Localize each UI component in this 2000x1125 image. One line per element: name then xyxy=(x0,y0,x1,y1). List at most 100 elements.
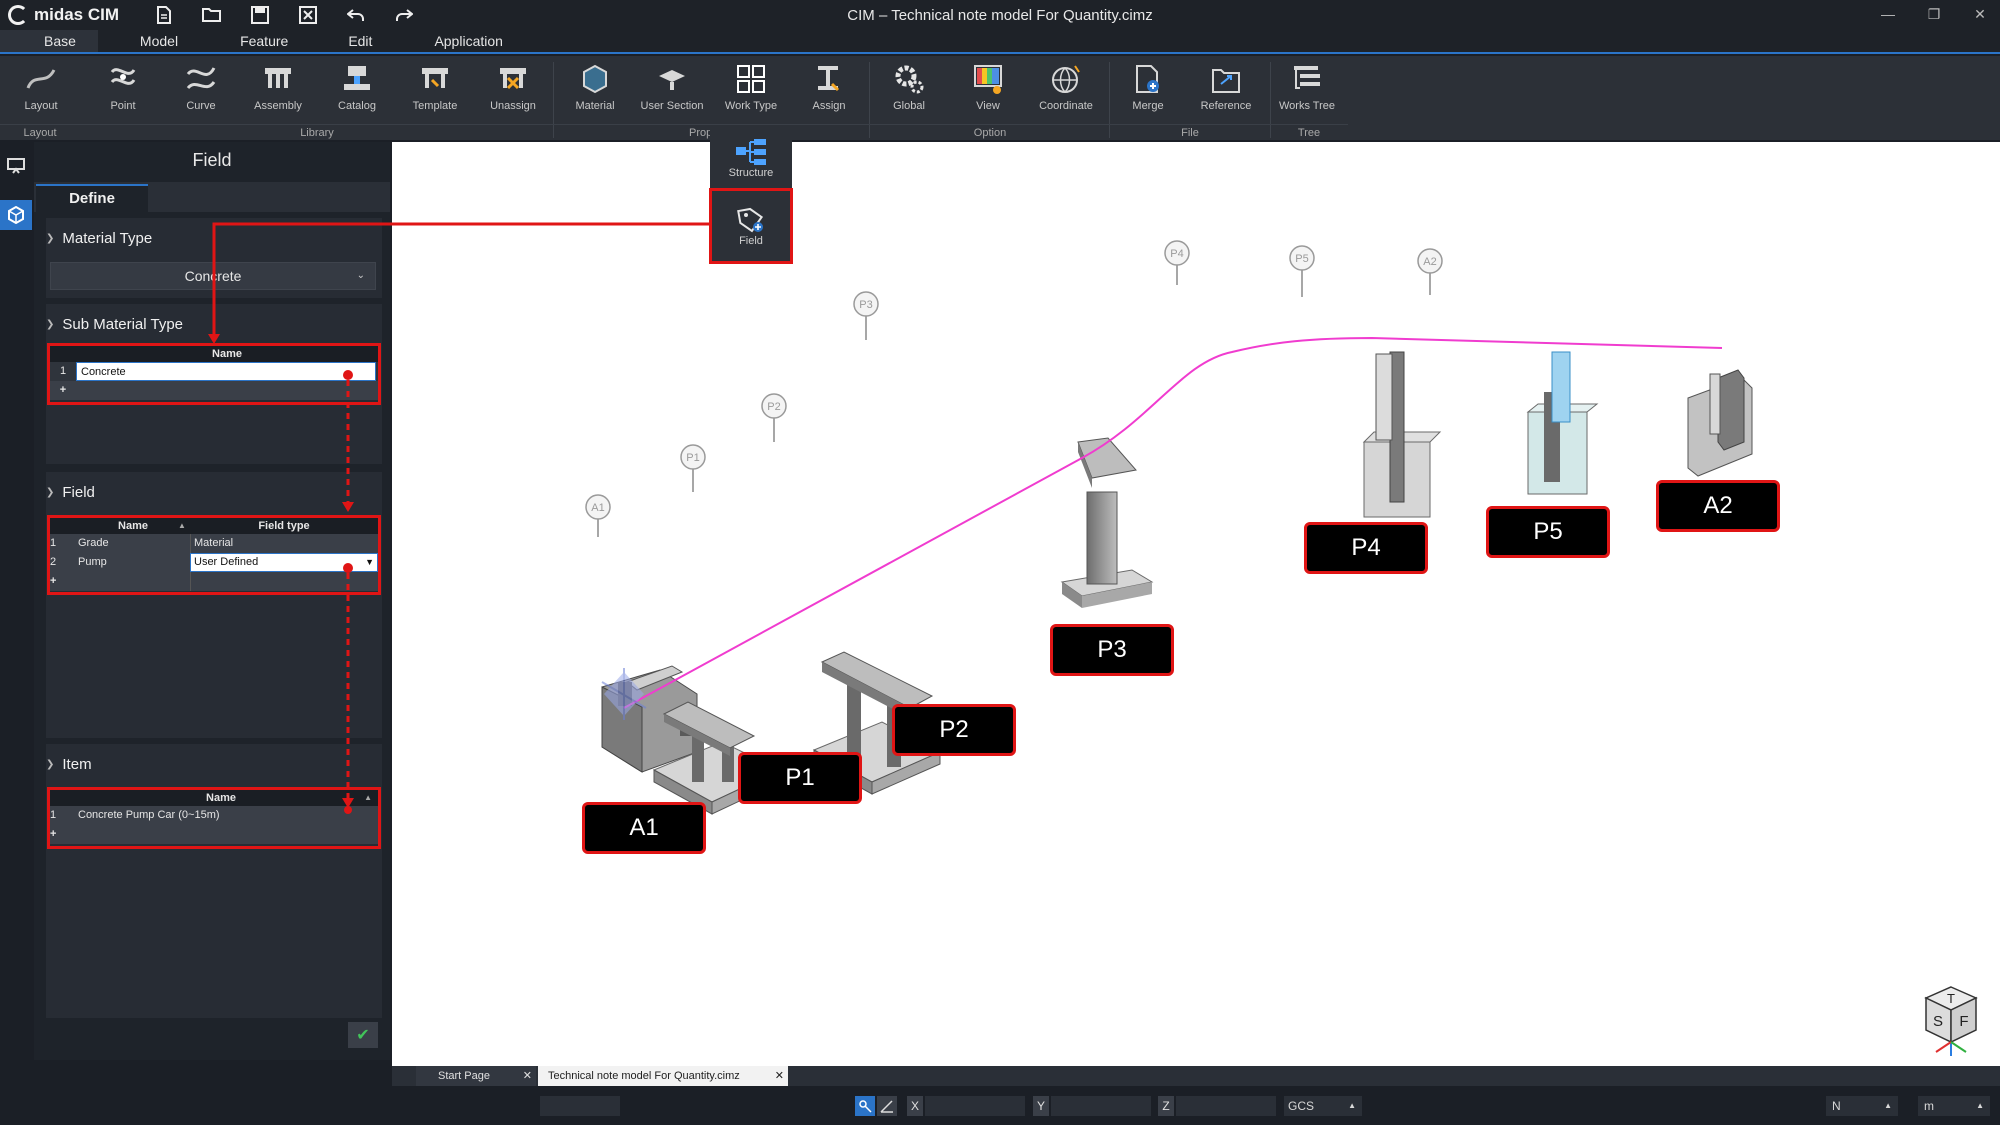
curve-button[interactable]: Curve xyxy=(166,60,236,124)
force-unit-value: N xyxy=(1832,1099,1841,1113)
close-file-icon[interactable] xyxy=(297,4,319,26)
force-unit-select[interactable]: N ▲ xyxy=(1826,1096,1898,1116)
tab-base[interactable]: Base xyxy=(0,30,98,52)
group-option: Option xyxy=(870,124,1110,140)
dropdown-item-field[interactable]: Field xyxy=(709,188,793,264)
x-coordinate-input[interactable] xyxy=(925,1096,1025,1116)
pier-p5[interactable] xyxy=(1526,351,1599,495)
global-label: Global xyxy=(893,100,925,112)
assign-button[interactable]: Assign xyxy=(794,60,864,124)
length-unit-value: m xyxy=(1924,1099,1934,1113)
cube-icon[interactable] xyxy=(0,200,32,230)
works-tree-label: Works Tree xyxy=(1278,100,1336,112)
coordinate-label: Coordinate xyxy=(1039,100,1093,112)
length-unit-select[interactable]: m ▲ xyxy=(1918,1096,1990,1116)
unassign-button[interactable]: Unassign xyxy=(478,60,548,124)
tab-define[interactable]: Define xyxy=(36,184,148,212)
open-folder-icon[interactable] xyxy=(201,4,223,26)
work-type-button[interactable]: Work Type xyxy=(716,60,786,124)
gear-icon xyxy=(895,65,924,94)
tab-edit[interactable]: Edit xyxy=(310,30,394,52)
marker-a1: A1 xyxy=(591,502,604,514)
layout-label: Layout xyxy=(24,100,58,112)
snap-icon[interactable] xyxy=(855,1096,875,1116)
abutment-a2[interactable] xyxy=(1687,369,1753,477)
material-type-select[interactable]: Concrete ⌄ xyxy=(50,262,376,290)
apply-button[interactable]: ✔ xyxy=(348,1022,378,1048)
minimize-icon[interactable]: — xyxy=(1878,4,1898,24)
viewcube-top[interactable]: T xyxy=(1947,991,1955,1006)
marker-p4: P4 xyxy=(1170,248,1183,260)
restore-icon[interactable]: ❐ xyxy=(1924,4,1944,24)
reference-button[interactable]: Reference xyxy=(1191,60,1261,124)
sub-material-type-header[interactable]: ❯ Sub Material Type xyxy=(46,316,183,333)
document-tabs: Start Page ✕ Technical note model For Qu… xyxy=(392,1066,2000,1086)
curve-icon xyxy=(186,67,216,90)
highlight-box xyxy=(47,515,381,595)
app-window: midas CIM CIM – Technical note model For… xyxy=(0,0,2000,1125)
view-cube[interactable]: T S F xyxy=(1916,982,1986,1062)
callout-a1: A1 xyxy=(582,802,706,854)
tab-feature[interactable]: Feature xyxy=(200,30,310,52)
presentation-icon[interactable] xyxy=(4,154,28,178)
assembly-button[interactable]: Assembly xyxy=(243,60,313,124)
sub-material-type-heading: Sub Material Type xyxy=(62,316,184,333)
highlight-box xyxy=(47,343,381,405)
new-file-icon[interactable] xyxy=(153,4,175,26)
callout-p2: P2 xyxy=(892,704,1016,756)
dropdown-item-structure[interactable]: Structure xyxy=(710,126,792,190)
save-icon[interactable] xyxy=(249,4,271,26)
group-tree: Tree xyxy=(1270,124,1348,140)
undo-icon[interactable] xyxy=(345,4,367,26)
callout-p4: P4 xyxy=(1304,522,1428,574)
works-tree-button[interactable]: Works Tree xyxy=(1272,60,1342,124)
material-type-header[interactable]: ❯ Material Type xyxy=(46,230,152,247)
point-button[interactable]: Point xyxy=(88,60,158,124)
catalog-button[interactable]: Catalog xyxy=(322,60,392,124)
marker-p5: P5 xyxy=(1295,253,1308,265)
viewcube-right[interactable]: F xyxy=(1959,1013,1968,1030)
side-icon-strip xyxy=(0,142,32,1090)
angle-icon[interactable] xyxy=(877,1096,897,1116)
tab-model[interactable]: Model xyxy=(98,30,200,52)
chevron-down-icon: ❯ xyxy=(46,319,55,330)
point-label: Point xyxy=(110,100,136,112)
pier-p3[interactable] xyxy=(1060,437,1154,608)
status-scroll[interactable] xyxy=(540,1096,620,1116)
viewcube-left[interactable]: S xyxy=(1933,1013,1943,1030)
group-layout: Layout xyxy=(0,124,80,140)
pier-p4[interactable] xyxy=(1362,351,1442,518)
field-label: Field xyxy=(739,235,763,247)
marker-a2: A2 xyxy=(1423,256,1436,268)
tree-icon xyxy=(1294,66,1320,89)
view-icon xyxy=(974,65,1002,94)
close-tab-icon[interactable]: ✕ xyxy=(523,1066,532,1086)
reference-icon xyxy=(1212,69,1240,93)
assign-label: Assign xyxy=(812,100,846,112)
model-scene: A1 P1 P2 P3 P4 P5 A2 xyxy=(585,240,1753,815)
user-section-label: User Section xyxy=(640,100,704,112)
global-button[interactable]: Global xyxy=(874,60,944,124)
tab-start-page[interactable]: Start Page ✕ xyxy=(416,1066,536,1086)
template-button[interactable]: Template xyxy=(400,60,470,124)
field-header[interactable]: ❯ Field xyxy=(46,484,95,501)
close-tab-icon[interactable]: ✕ xyxy=(775,1066,784,1086)
view-button[interactable]: View xyxy=(953,60,1023,124)
coord-system-select[interactable]: GCS ▲ xyxy=(1284,1096,1362,1116)
item-header[interactable]: ❯ Item xyxy=(46,756,92,773)
coordinate-button[interactable]: Coordinate xyxy=(1031,60,1101,124)
layout-button[interactable]: Layout xyxy=(6,60,76,124)
tab-application[interactable]: Application xyxy=(394,30,525,52)
3d-viewport[interactable]: A1 P1 P2 P3 P4 P5 A2 A1 P1 P2 P3 P4 P5 A… xyxy=(392,142,2000,1066)
merge-button[interactable]: Merge xyxy=(1113,60,1183,124)
redo-icon[interactable] xyxy=(393,4,415,26)
work-type-dropdown: Structure Field xyxy=(709,126,793,264)
z-coordinate-input[interactable] xyxy=(1176,1096,1276,1116)
material-button[interactable]: Material xyxy=(560,60,630,124)
unassign-icon xyxy=(500,68,526,90)
tab-technical-note[interactable]: Technical note model For Quantity.cimz ✕ xyxy=(538,1066,788,1086)
globe-icon xyxy=(1052,65,1080,93)
y-coordinate-input[interactable] xyxy=(1051,1096,1151,1116)
user-section-button[interactable]: User Section xyxy=(637,60,707,124)
close-icon[interactable]: ✕ xyxy=(1970,4,1990,24)
